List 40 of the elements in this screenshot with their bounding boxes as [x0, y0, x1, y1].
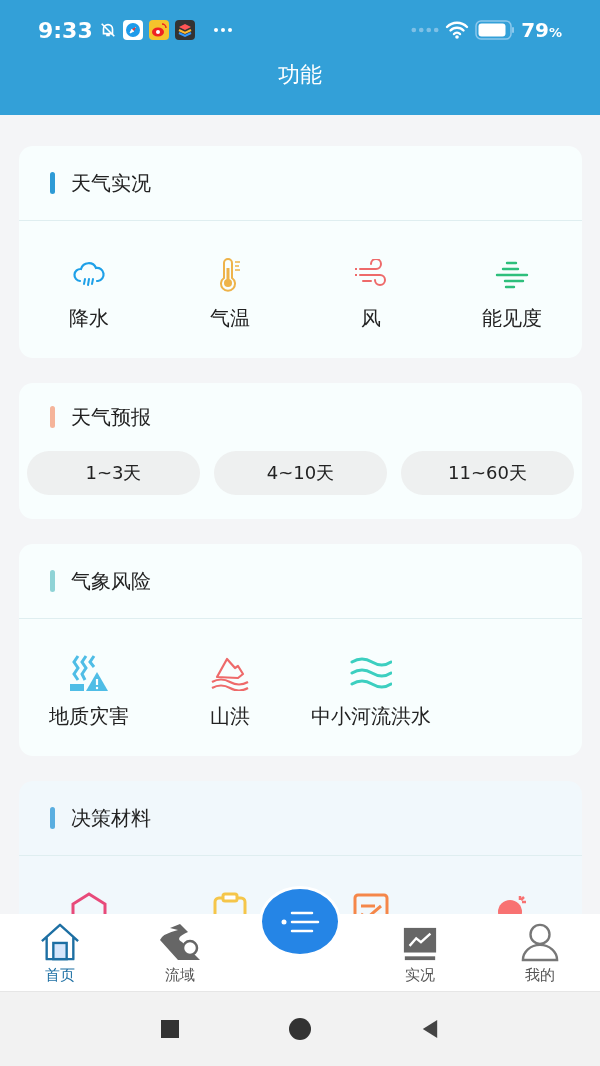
wifi-icon	[445, 21, 470, 39]
battery-percent: 79%	[521, 18, 562, 42]
status-time: 9:33	[38, 17, 93, 43]
section-title: 天气预报	[71, 403, 151, 431]
function-label[interactable]: 能见度	[481, 305, 542, 332]
signal-icon	[411, 27, 440, 33]
forecast-range-button[interactable]: 11~60天	[401, 451, 574, 495]
section-title: 天气实况	[71, 169, 151, 197]
fog-lines-icon[interactable]	[494, 259, 529, 291]
tab-label[interactable]: 实况	[405, 966, 435, 985]
compass-app-icon	[122, 20, 143, 40]
layers-app-icon	[174, 20, 195, 40]
function-label[interactable]: 地质灾害	[49, 703, 130, 730]
tab-label[interactable]: 首页	[45, 966, 75, 985]
river-waves-icon[interactable]	[349, 656, 392, 690]
tab-label[interactable]: 我的	[525, 966, 555, 985]
home-icon[interactable]	[39, 922, 81, 962]
home-button[interactable]	[289, 1018, 311, 1040]
section-title: 决策材料	[71, 804, 151, 832]
mountain-flood-icon[interactable]	[210, 655, 251, 691]
person-icon[interactable]	[521, 922, 559, 962]
function-label[interactable]: 气温	[210, 305, 251, 332]
page-title: 功能	[278, 61, 322, 89]
eye-app-icon	[148, 20, 169, 40]
battery-icon	[475, 20, 516, 40]
more-icon	[212, 27, 233, 33]
back-button[interactable]	[421, 1019, 439, 1039]
mute-bell-icon	[98, 21, 117, 39]
function-label[interactable]: 风	[360, 305, 381, 332]
function-label[interactable]: 山洪	[210, 703, 251, 730]
function-label[interactable]: 中小河流洪水	[310, 703, 431, 730]
forecast-range-button[interactable]: 1~3天	[27, 451, 200, 495]
chart-monitor-icon[interactable]	[401, 926, 439, 962]
landslide-warning-icon[interactable]	[69, 654, 110, 692]
winding-road-icon[interactable]	[158, 922, 202, 962]
menu-icon	[280, 909, 320, 934]
section-title: 气象风险	[71, 567, 151, 595]
function-label[interactable]: 降水	[69, 305, 110, 332]
tab-label[interactable]: 流域	[165, 966, 195, 985]
forecast-range-button[interactable]: 4~10天	[214, 451, 387, 495]
